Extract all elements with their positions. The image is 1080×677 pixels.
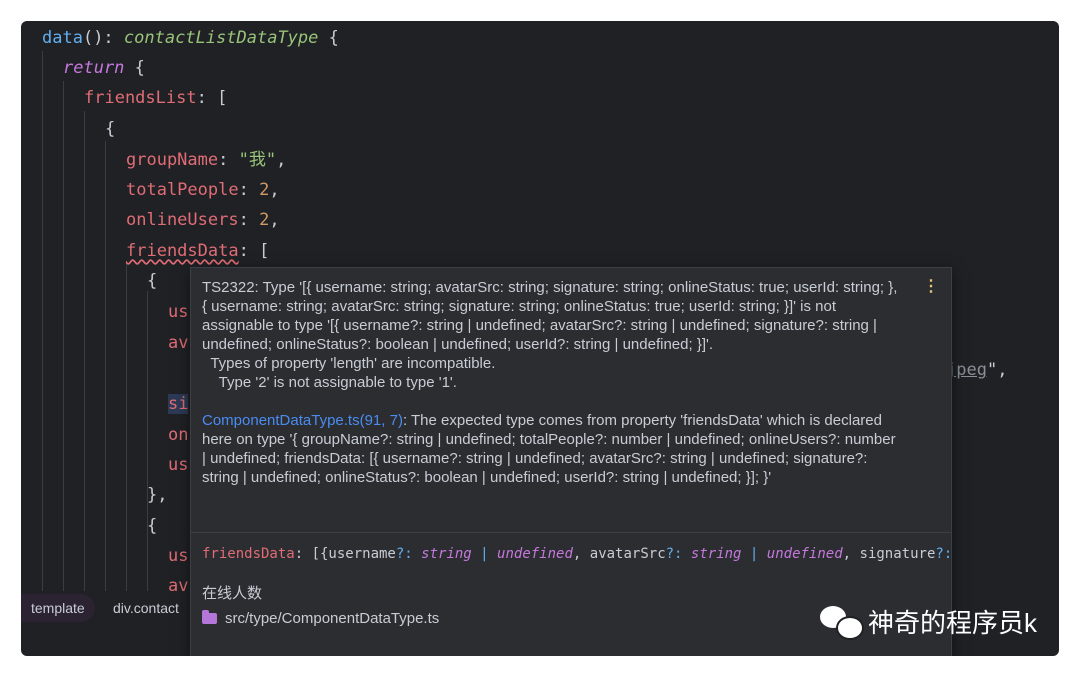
declaration-file[interactable]: src/type/ComponentDataType.ts: [202, 609, 439, 629]
related-location-link[interactable]: ComponentDataType.ts(91, 7): [202, 412, 403, 429]
indent-guide: [147, 291, 148, 591]
folder-icon: [202, 610, 217, 624]
code-line-5: groupName: "我",: [126, 150, 287, 170]
type-signature: friendsData: [{username?: string | undef…: [202, 546, 952, 562]
wechat-icon: [820, 606, 864, 640]
error-message: TS2322: Type '[{ username: string; avata…: [202, 279, 900, 486]
code-line-9: {: [147, 271, 158, 291]
code-line-8: friendsData: [: [126, 241, 270, 261]
indent-guide: [63, 81, 64, 591]
breadcrumb-div[interactable]: div.contact: [103, 594, 189, 622]
error-squiggle: friendsData: [126, 241, 239, 261]
code-line-11: av: [168, 333, 189, 353]
indent-guide: [42, 51, 43, 591]
indent-guide: [126, 261, 127, 591]
code-line-3: friendsList: [: [84, 88, 228, 108]
tooltip-divider: [191, 532, 951, 533]
property-description: 在线人数: [202, 585, 263, 602]
more-vertical-icon[interactable]: ⋮: [923, 279, 939, 295]
code-line-6: totalPeople: 2,: [126, 180, 280, 200]
code-line-7: onlineUsers: 2,: [126, 210, 280, 230]
code-line-2: return {: [63, 58, 145, 78]
code-line-16: },: [147, 485, 168, 505]
code-line-17: {: [147, 516, 158, 536]
declaration-file-path: src/type/ComponentDataType.ts: [225, 610, 440, 627]
watermark: 神奇的程序员k: [820, 605, 1037, 641]
editor-window: data(): contactListDataType { return { f…: [21, 21, 1059, 656]
breadcrumb-template[interactable]: template: [21, 594, 95, 622]
code-line-15: us: [168, 455, 189, 475]
indent-guide: [105, 141, 106, 591]
code-line-4: {: [105, 119, 116, 139]
error-tooltip: ⋮ TS2322: Type '[{ username: string; ava…: [190, 267, 952, 656]
code-line-10: us: [168, 302, 189, 322]
code-line-14: on: [168, 425, 189, 445]
code-line-1: data(): contactListDataType {: [42, 28, 339, 48]
code-line-18: us: [168, 546, 189, 566]
indent-guide: [84, 111, 85, 591]
code-line-13: si: [168, 394, 189, 414]
avatar-url-tail: jpeg",: [946, 360, 1008, 380]
watermark-text: 神奇的程序员k: [868, 608, 1038, 638]
